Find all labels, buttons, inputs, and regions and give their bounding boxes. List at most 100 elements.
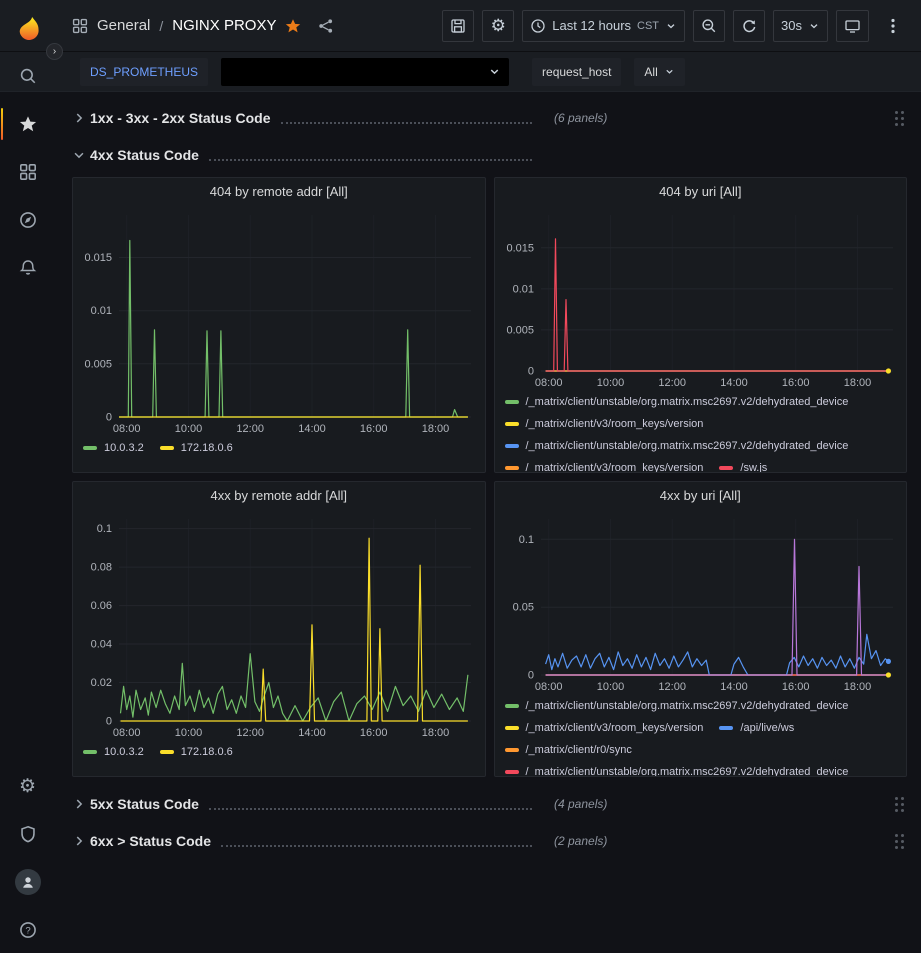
legend-item[interactable]: 172.18.0.6 (160, 440, 233, 456)
sidebar-item-configuration[interactable]: ⚙ (8, 773, 48, 799)
legend-label: /_matrix/client/unstable/org.matrix.msc2… (526, 394, 849, 410)
timeseries-chart[interactable]: 08:0010:0012:0014:0016:0018:0000.0050.01… (495, 206, 907, 392)
sidebar-item-dashboards[interactable] (8, 152, 48, 192)
row-panel-count: (4 panels) (554, 797, 607, 811)
row-title-group: 4xx Status Code (72, 147, 542, 163)
timeseries-chart[interactable]: 08:0010:0012:0014:0016:0018:0000.0050.01… (73, 206, 485, 438)
timeseries-chart[interactable]: 08:0010:0012:0014:0016:0018:0000.020.040… (73, 510, 485, 742)
sidebar-expand-button[interactable]: › (46, 43, 63, 60)
panel-title[interactable]: 4xx by uri [All] (495, 482, 907, 510)
row-dotted-leader (209, 808, 532, 810)
svg-text:0.05: 0.05 (512, 602, 533, 614)
legend-item[interactable]: /sw.js (719, 460, 767, 472)
panel-4xx-by-remote-addr: 4xx by remote addr [All] 08:0010:0012:00… (72, 481, 486, 777)
timezone-label: CST (637, 20, 659, 32)
svg-text:08:00: 08:00 (113, 727, 141, 739)
dashboards-grid-icon (72, 18, 88, 34)
svg-text:0.01: 0.01 (91, 305, 112, 317)
share-icon[interactable] (318, 18, 334, 34)
legend-item[interactable]: /_matrix/client/v3/room_keys/version (505, 720, 704, 736)
sidebar-item-alerting[interactable] (8, 248, 48, 288)
row-6xx[interactable]: 6xx > Status Code (2 panels) (72, 827, 907, 855)
legend-item[interactable]: /_matrix/client/r0/sync (505, 742, 632, 758)
legend-swatch-icon (160, 750, 174, 754)
row-1xx-3xx-2xx[interactable]: 1xx - 3xx - 2xx Status Code (6 panels) (72, 104, 907, 132)
legend-label: 172.18.0.6 (181, 744, 233, 760)
row-5xx[interactable]: 5xx Status Code (4 panels) (72, 790, 907, 818)
timeseries-chart[interactable]: 08:0010:0012:0014:0016:0018:0000.050.1 (495, 510, 907, 696)
grafana-logo[interactable] (8, 8, 48, 48)
legend-item[interactable]: /_matrix/client/unstable/org.matrix.msc2… (505, 764, 849, 776)
legend-item[interactable]: 10.0.3.2 (83, 440, 144, 456)
legend-item[interactable]: /_matrix/client/unstable/org.matrix.msc2… (505, 698, 849, 714)
panel-title[interactable]: 4xx by remote addr [All] (73, 482, 485, 510)
svg-text:0: 0 (106, 412, 112, 424)
breadcrumb-section[interactable]: General (97, 17, 150, 34)
panel-title[interactable]: 404 by uri [All] (495, 178, 907, 206)
svg-text:12:00: 12:00 (658, 681, 686, 693)
legend-label: /api/live/ws (740, 720, 794, 736)
time-range-picker[interactable]: Last 12 hours CST (522, 10, 685, 42)
legend-item[interactable]: /_matrix/client/v3/room_keys/version (505, 416, 704, 432)
legend-item[interactable]: /api/live/ws (719, 720, 794, 736)
refresh-interval-label: 30s (781, 18, 802, 33)
legend-item[interactable]: /_matrix/client/unstable/org.matrix.msc2… (505, 438, 849, 454)
chevron-down-icon (665, 20, 677, 32)
legend-swatch-icon (505, 770, 519, 774)
request-host-select[interactable]: All (634, 58, 684, 86)
panel-404-by-uri: 404 by uri [All] 08:0010:0012:0014:0016:… (494, 177, 908, 473)
sidebar-item-help[interactable]: ? (8, 917, 48, 943)
clock-icon (530, 18, 546, 34)
question-circle-icon: ? (19, 921, 37, 939)
svg-text:12:00: 12:00 (658, 377, 686, 389)
sidebar-nav: ⚙ ? (0, 0, 55, 953)
sidebar-item-explore[interactable] (8, 200, 48, 240)
dashboard-settings-button[interactable]: ⚙ (482, 10, 514, 42)
svg-text:0: 0 (106, 716, 112, 728)
sidebar-item-user-profile[interactable] (8, 869, 48, 895)
dashboard-variables-bar: DS_PROMETHEUS request_host All (0, 52, 921, 92)
legend-label: 10.0.3.2 (104, 440, 144, 456)
panel-title[interactable]: 404 by remote addr [All] (73, 178, 485, 206)
time-range-label: Last 12 hours (552, 18, 631, 33)
row-drag-handle[interactable] (891, 792, 907, 816)
dashboard-title[interactable]: NGINX PROXY (172, 17, 276, 34)
zoom-out-time-button[interactable] (693, 10, 725, 42)
svg-text:0.015: 0.015 (506, 242, 534, 254)
compass-icon (19, 211, 37, 229)
legend-item[interactable]: /_matrix/client/v3/room_keys/version (505, 460, 704, 472)
request-host-select-value: All (644, 65, 657, 79)
row-4xx[interactable]: 4xx Status Code (72, 141, 907, 169)
favorite-star-icon[interactable] (285, 18, 301, 34)
legend-item[interactable]: 172.18.0.6 (160, 744, 233, 760)
legend-swatch-icon (160, 446, 174, 450)
save-dashboard-button[interactable] (442, 10, 474, 42)
legend-swatch-icon (505, 422, 519, 426)
legend-label: 10.0.3.2 (104, 744, 144, 760)
legend-label: /_matrix/client/unstable/org.matrix.msc2… (526, 438, 849, 454)
sidebar-item-starred[interactable] (8, 104, 48, 144)
kebab-menu-button[interactable] (877, 10, 909, 42)
legend-item[interactable]: /_matrix/client/unstable/org.matrix.msc2… (505, 394, 849, 410)
sidebar-item-search[interactable] (8, 56, 48, 96)
refresh-button[interactable] (733, 10, 765, 42)
legend-label: 172.18.0.6 (181, 440, 233, 456)
datasource-select[interactable] (221, 58, 509, 86)
row-drag-handle[interactable] (891, 829, 907, 853)
legend-item[interactable]: 10.0.3.2 (83, 744, 144, 760)
svg-text:0.1: 0.1 (518, 534, 533, 546)
row-title: 5xx Status Code (90, 796, 199, 812)
legend-swatch-icon (505, 704, 519, 708)
row-drag-handle[interactable] (891, 106, 907, 130)
legend-label: /_matrix/client/unstable/org.matrix.msc2… (526, 698, 849, 714)
shield-icon (19, 825, 37, 843)
cycle-view-mode-button[interactable] (836, 10, 869, 42)
chevron-down-icon (808, 20, 820, 32)
legend-swatch-icon (83, 750, 97, 754)
kebab-icon (891, 18, 895, 34)
legend-label: /_matrix/client/v3/room_keys/version (526, 720, 704, 736)
breadcrumb-separator: / (159, 18, 163, 34)
refresh-interval-dropdown[interactable]: 30s (773, 10, 828, 42)
svg-text:10:00: 10:00 (596, 681, 624, 693)
sidebar-item-server-admin[interactable] (8, 821, 48, 847)
